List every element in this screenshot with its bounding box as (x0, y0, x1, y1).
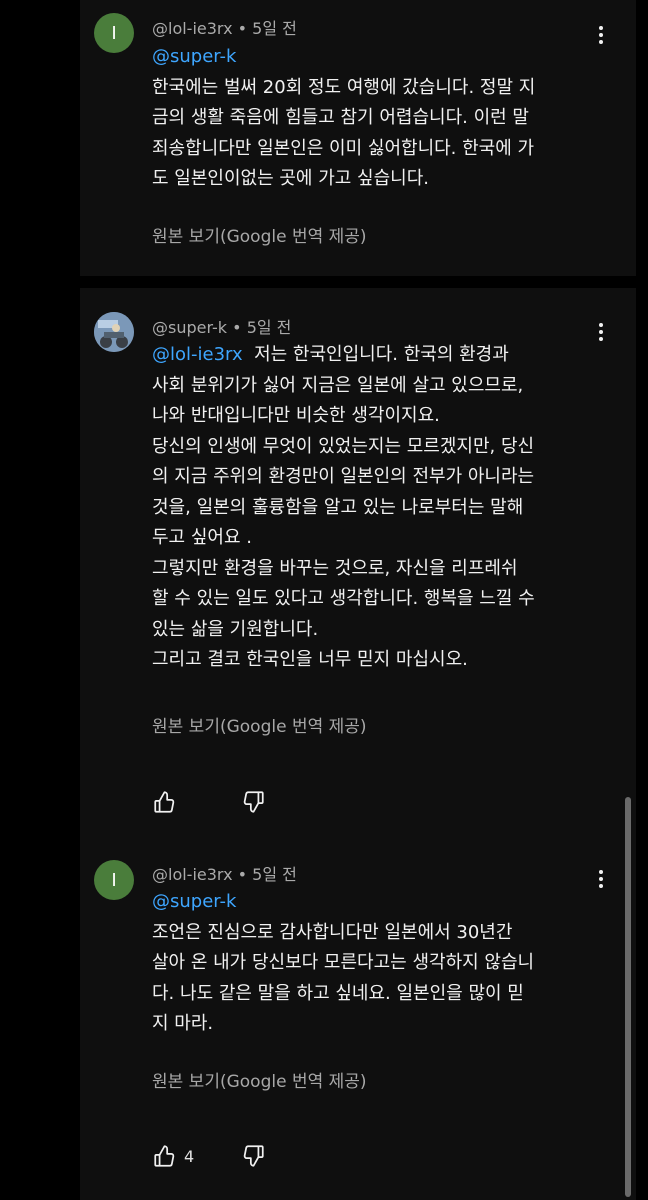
comment-meta: @lol-ie3rx • 5일 전 (152, 15, 297, 39)
comment-line: 것을, 일본의 훌륭함을 알고 있는 나로부터는 말해 (152, 496, 524, 518)
comment-line: 당신의 인생에 무엇이 있었는지는 모르겠지만, 당신 (152, 435, 535, 457)
scrollbar[interactable] (625, 797, 631, 1197)
comment-meta: @super-k • 5일 전 (152, 314, 291, 338)
more-vert-icon[interactable] (589, 867, 613, 891)
see-original-link[interactable]: 원본 보기(Google 번역 제공) (152, 222, 367, 247)
more-vert-icon[interactable] (589, 23, 613, 47)
comment-line: 살아 온 내가 당신보다 모른다고는 생각하지 않습니 (152, 952, 535, 973)
comment-line: 다. 나도 같은 말을 하고 싶네요. 일본인을 많이 믿 (152, 982, 524, 1004)
comment-line: 의 지금 주위의 환경만이 일본인의 전부가 아니라는 (152, 466, 535, 487)
comment-line: 그리고 결코 한국인을 너무 믿지 마십시오. (152, 649, 468, 670)
thumbs-up-icon[interactable] (152, 789, 178, 815)
avatar-letter: I (111, 869, 117, 891)
mention-link[interactable]: @super-k (152, 46, 236, 67)
comment-line: 저는 한국인입니다. 한국의 환경과 (254, 344, 509, 365)
comment-line: 나와 반대입니다만 비슷한 생각이지요. (152, 405, 440, 426)
comment-line: 있는 삶을 기원합니다. (152, 618, 319, 640)
author-name[interactable]: @lol-ie3rx (152, 19, 233, 38)
like-count: 4 (184, 1147, 195, 1166)
comment-body: @super-k 한국에는 벌써 20회 정도 여행에 갔습니다. 정말 지 금… (152, 42, 535, 195)
comment-time: • 5일 전 (237, 19, 297, 38)
comment-meta: @lol-ie3rx • 5일 전 (152, 861, 297, 885)
comment-line: 그렇지만 환경을 바꾸는 것으로, 자신을 리프레쉬 (152, 557, 518, 579)
comment-line: 죄송합니다만 일본인은 이미 싫어합니다. 한국에 가 (152, 137, 535, 159)
comment-time: • 5일 전 (232, 318, 292, 337)
avatar[interactable] (94, 312, 134, 352)
thumbs-down-icon[interactable] (240, 1143, 266, 1169)
avatar-image (94, 312, 134, 352)
comment-line: 조언은 진심으로 감사합니다만 일본에서 30년간 (152, 921, 513, 943)
avatar[interactable]: I (94, 860, 134, 900)
avatar-letter: I (111, 22, 117, 44)
comment-line: 지 마라. (152, 1013, 214, 1034)
comment-time: • 5일 전 (237, 865, 297, 884)
mention-link[interactable]: @super-k (152, 891, 236, 912)
author-name[interactable]: @super-k (152, 318, 227, 337)
see-original-link[interactable]: 원본 보기(Google 번역 제공) (152, 712, 367, 737)
comment-body: @super-k 조언은 진심으로 감사합니다만 일본에서 30년간 살아 온 … (152, 887, 534, 1040)
avatar[interactable]: I (94, 13, 134, 53)
comment-body: @lol-ie3rx 저는 한국인입니다. 한국의 환경과 사회 분위기가 싫어… (152, 340, 535, 676)
comment-line: 사회 분위기가 싫어 지금은 일본에 살고 있으므로, (152, 374, 524, 396)
comment-line: 한국에는 벌써 20회 정도 여행에 갔습니다. 정말 지 (152, 76, 536, 98)
author-name[interactable]: @lol-ie3rx (152, 865, 233, 884)
comment-line: 금의 생활 죽음에 힘들고 참기 어렵습니다. 이런 말 (152, 107, 529, 128)
mention-link[interactable]: @lol-ie3rx (152, 344, 243, 365)
more-vert-icon[interactable] (589, 320, 613, 344)
comment-line: 도 일본인이없는 곳에 가고 싶습니다. (152, 168, 430, 189)
thumbs-down-icon[interactable] (240, 789, 266, 815)
comment-line: 할 수 있는 일도 있다고 생각합니다. 행복을 느낄 수 (152, 588, 535, 609)
comment-line: 두고 싶어요 . (152, 527, 252, 548)
see-original-link[interactable]: 원본 보기(Google 번역 제공) (152, 1067, 367, 1092)
thumbs-up-icon[interactable] (152, 1143, 178, 1169)
